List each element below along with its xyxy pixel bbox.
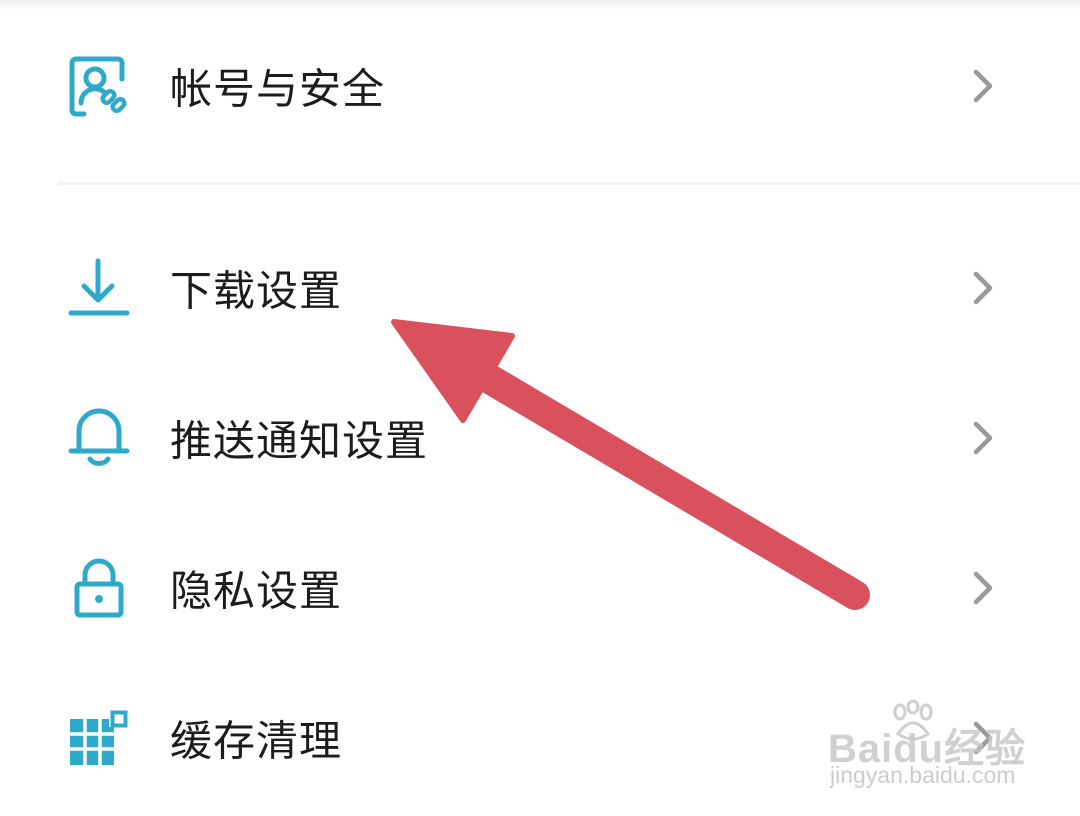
top-border bbox=[0, 0, 1080, 10]
section-divider bbox=[58, 182, 1080, 185]
settings-item-account-security[interactable]: 帐号与安全 bbox=[0, 26, 1080, 146]
chevron-right-icon bbox=[968, 568, 998, 608]
chevron-right-icon bbox=[968, 268, 998, 308]
cache-grid-icon bbox=[68, 707, 130, 769]
settings-item-privacy[interactable]: 隐私设置 bbox=[0, 528, 1080, 648]
settings-item-push-notification[interactable]: 推送通知设置 bbox=[0, 378, 1080, 498]
lock-icon bbox=[68, 557, 130, 619]
settings-item-label: 下载设置 bbox=[170, 266, 343, 316]
bell-icon bbox=[68, 407, 130, 469]
settings-item-label: 隐私设置 bbox=[170, 566, 343, 616]
chevron-right-icon bbox=[968, 66, 998, 106]
settings-item-label: 缓存清理 bbox=[170, 716, 343, 766]
watermark-url: jingyan.baidu.com bbox=[830, 762, 1016, 788]
settings-item-download[interactable]: 下载设置 bbox=[0, 228, 1080, 348]
settings-item-label: 推送通知设置 bbox=[170, 416, 429, 466]
settings-item-label: 帐号与安全 bbox=[170, 64, 386, 114]
account-security-icon bbox=[68, 55, 130, 117]
baidu-watermark: Baidu经验 jingyan.baidu.com bbox=[828, 700, 1038, 796]
chevron-right-icon bbox=[968, 418, 998, 458]
download-icon bbox=[68, 257, 130, 319]
